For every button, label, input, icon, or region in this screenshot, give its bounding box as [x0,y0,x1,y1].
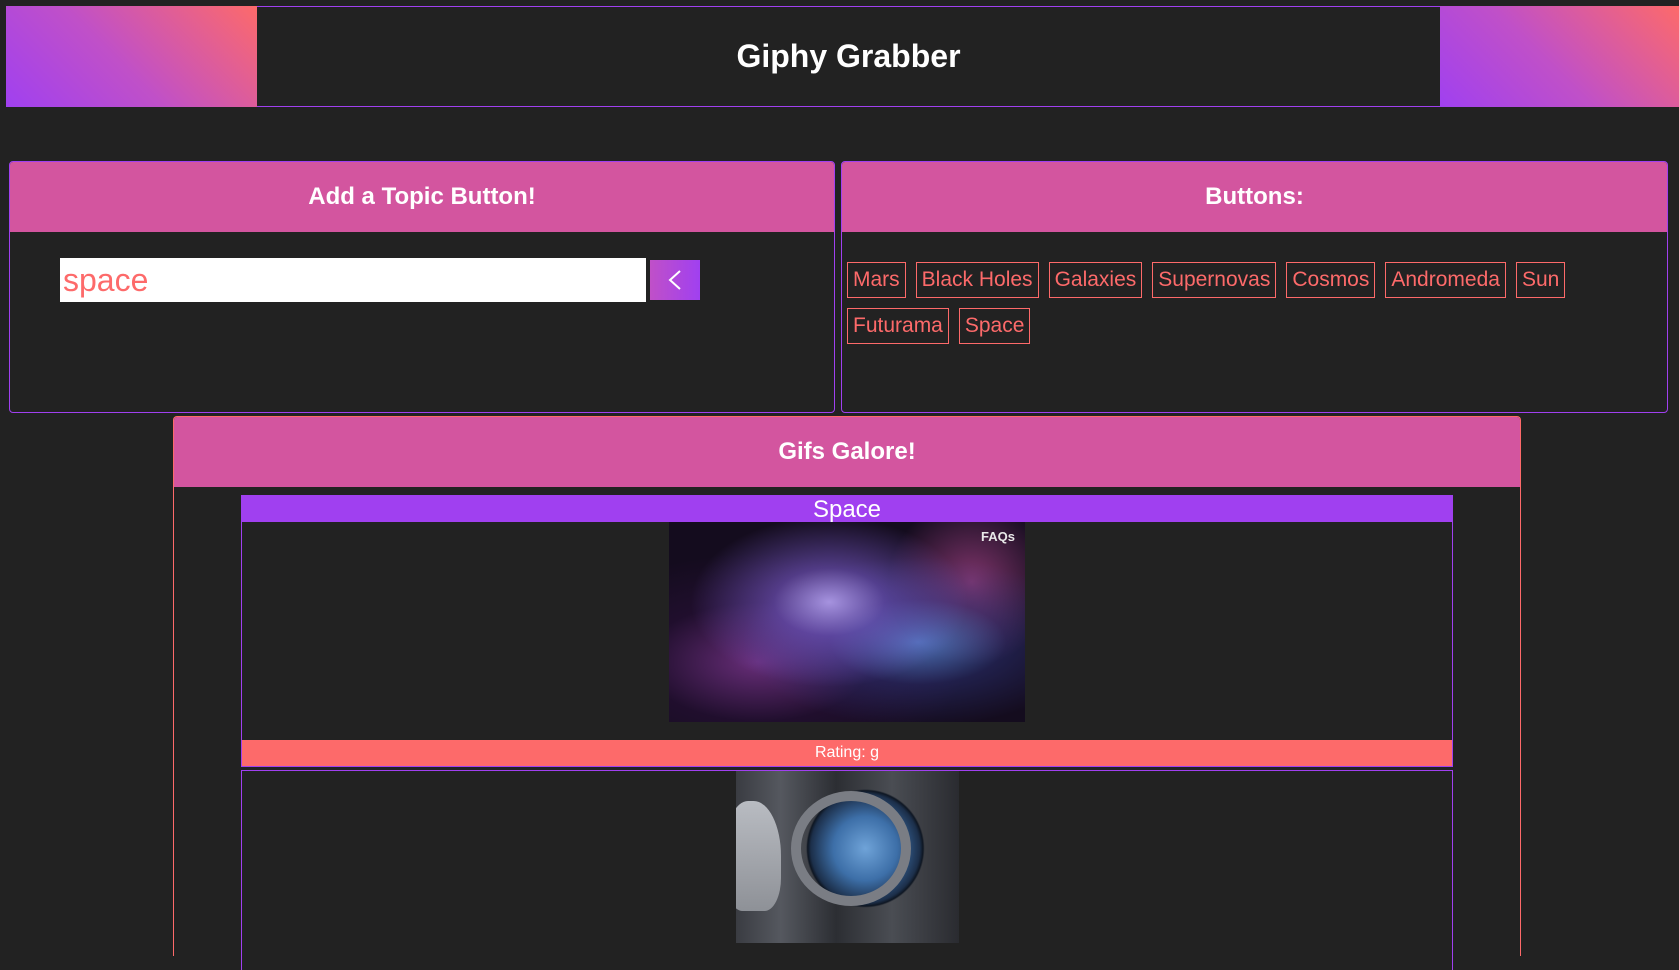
chevron-left-icon [668,270,681,290]
add-topic-heading: Add a Topic Button! [10,162,834,232]
gif-card [241,770,1453,970]
add-topic-panel: Add a Topic Button! [9,161,835,413]
add-topic-submit-button[interactable] [650,260,700,300]
add-topic-form [60,258,700,302]
topic-button-futurama[interactable]: Futurama [847,308,949,344]
buttons-heading: Buttons: [842,162,1667,232]
topic-button-supernovas[interactable]: Supernovas [1152,262,1277,298]
header-title-bar: Giphy Grabber [257,6,1440,107]
gif-image-area [242,771,1452,943]
topic-button-black-holes[interactable]: Black Holes [915,262,1039,298]
astronaut-gif-image[interactable] [735,771,959,943]
page-title: Giphy Grabber [736,38,961,74]
gif-card: Space FAQs Rating: g [241,495,1453,767]
topic-button-andromeda[interactable]: Andromeda [1385,262,1506,298]
topic-button-mars[interactable]: Mars [847,262,906,298]
topic-button-space[interactable]: Space [958,308,1031,344]
topic-button-cosmos[interactable]: Cosmos [1286,262,1376,298]
gif-image-area: FAQs [242,522,1452,722]
gif-rating: Rating: g [242,740,1452,766]
topic-button-list: Mars Black Holes Galaxies Supernovas Cos… [842,232,1667,354]
header-gradient-right [1440,6,1679,107]
nebula-gif-image[interactable]: FAQs [669,522,1025,722]
header-gradient-left [6,6,257,107]
topic-button-sun[interactable]: Sun [1515,262,1566,298]
gifs-panel: Gifs Galore! Space FAQs Rating: g [173,416,1521,970]
topic-buttons-panel: Buttons: Mars Black Holes Galaxies Super… [841,161,1668,413]
gif-card-title: Space [242,496,1452,523]
topic-input[interactable] [60,258,646,302]
gif-overlay-text: FAQs [981,529,1015,544]
gifs-heading: Gifs Galore! [174,417,1520,487]
topic-button-galaxies[interactable]: Galaxies [1048,262,1143,298]
site-header: Giphy Grabber [6,6,1679,107]
